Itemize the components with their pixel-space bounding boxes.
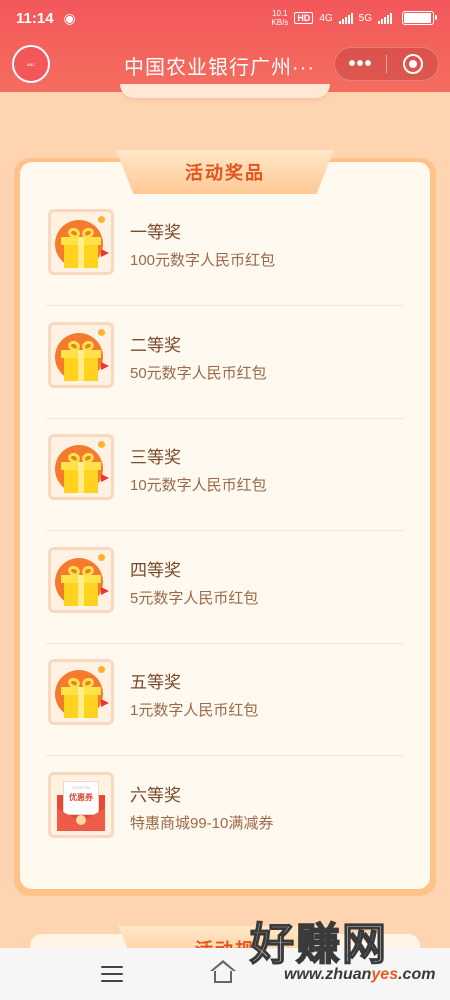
signal-4g-label: 4G — [319, 12, 333, 24]
prize-item: 二等奖 50元数字人民币红包 — [46, 307, 404, 419]
prize-description: 特惠商城99-10满减券 — [130, 814, 274, 832]
prize-section-header: 活动奖品 — [116, 150, 334, 194]
signal-5g-label: 5G — [358, 12, 372, 24]
prize-title: 四等奖 — [130, 560, 181, 580]
previous-section-edge — [120, 84, 330, 98]
home-icon[interactable] — [208, 960, 238, 986]
top-bar: 11:14 ◉ 10.1 KB/s HD 4G 5G ABC 中国农业银行广州·… — [0, 0, 450, 92]
prize-title: 二等奖 — [130, 335, 181, 355]
prize-item: 三等奖 10元数字人民币红包 — [46, 419, 404, 531]
menu-icon[interactable] — [101, 966, 123, 982]
gift-icon — [55, 666, 109, 718]
prize-description: 10元数字人民币红包 — [130, 477, 267, 494]
prize-description: 50元数字人民币红包 — [130, 364, 267, 382]
prize-item: COUPON 优惠券 六等奖特惠商城99-10满减券 — [46, 757, 404, 869]
gift-icon — [55, 328, 109, 381]
gift-icon — [55, 441, 109, 493]
gift-icon — [55, 216, 109, 268]
signal-4g-icon — [338, 12, 353, 24]
hd-badge: HD — [294, 12, 314, 24]
status-bar: 11:14 ◉ 10.1 KB/s HD 4G 5G — [0, 0, 450, 36]
gift-icon — [55, 553, 109, 606]
net-speed: 10.1 KB/s — [271, 9, 289, 27]
watermark-title: 好赚网 — [249, 918, 388, 971]
prize-title: 一等奖 — [130, 223, 181, 242]
prize-description: 1元数字人民币红包 — [130, 702, 259, 719]
signal-5g-icon — [378, 12, 392, 24]
prize-thumbnail — [48, 659, 114, 725]
prize-thumbnail — [48, 434, 114, 500]
prize-title: 六等奖 — [130, 785, 181, 805]
target-close-icon[interactable] — [387, 54, 438, 74]
status-time: 11:14 — [16, 9, 54, 27]
prize-item: 一等奖 100元数字人民币红包 — [46, 194, 404, 306]
prize-description: 5元数字人民币红包 — [130, 589, 259, 607]
more-dots-icon[interactable]: ••• — [335, 54, 386, 74]
prize-thumbnail — [48, 321, 114, 388]
page-title: 中国农业银行广州··· — [124, 57, 315, 79]
prize-thumbnail — [48, 546, 114, 613]
watermark-url: www.zhuanyes.com — [284, 966, 436, 983]
wechat-icon: ◉ — [63, 9, 76, 26]
app-logo[interactable]: ABC — [12, 45, 50, 83]
prize-thumbnail — [48, 209, 114, 275]
watermark: 好赚网 www.zhuanyes.com — [246, 908, 446, 1000]
prize-description: 100元数字人民币红包 — [130, 252, 276, 269]
status-icons: 10.1 KB/s HD 4G 5G — [271, 9, 437, 27]
prize-thumbnail: COUPON 优惠券 — [48, 771, 114, 838]
prize-title: 三等奖 — [130, 448, 181, 467]
mini-program-capsule: ••• — [334, 47, 439, 81]
prize-title: 五等奖 — [130, 673, 181, 692]
coupon-icon: COUPON 优惠券 — [55, 779, 107, 831]
battery-icon — [402, 11, 437, 25]
prize-item: 五等奖 1元数字人民币红包 — [46, 644, 404, 756]
prize-item: 四等奖 5元数字人民币红包 — [46, 532, 404, 644]
prize-section-title: 活动奖品 — [185, 163, 265, 183]
